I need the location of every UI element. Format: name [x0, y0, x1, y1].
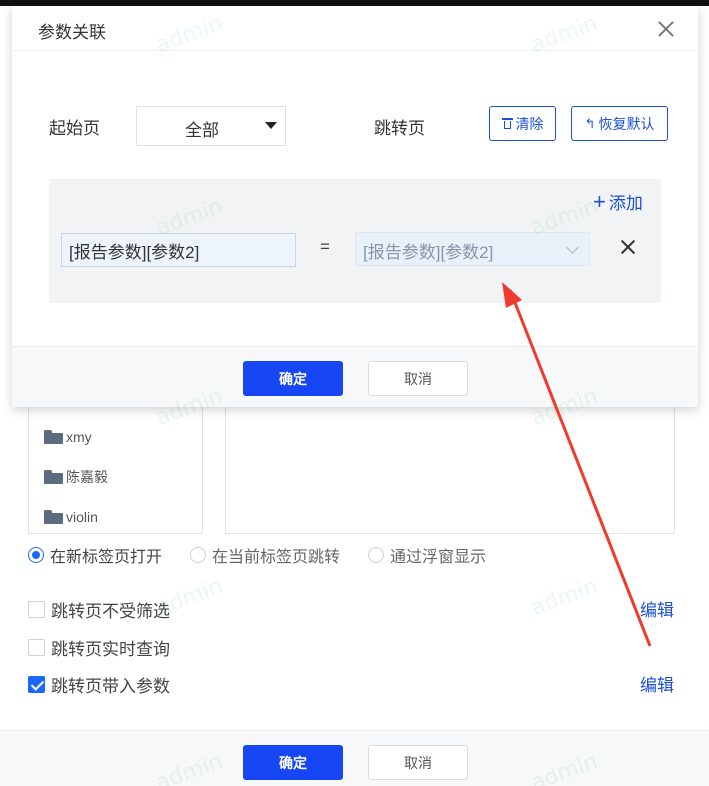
undo-icon: ↰: [584, 115, 596, 131]
radio-current-tab[interactable]: 在当前标签页跳转: [190, 543, 340, 567]
plus-icon: +: [593, 188, 606, 214]
start-page-label: 起始页: [49, 119, 100, 138]
dialog-header: 参数关联: [12, 6, 698, 51]
checkbox-realtime-query[interactable]: 跳转页实时查询: [28, 635, 170, 660]
dialog-cancel-button[interactable]: 取消: [368, 361, 468, 396]
folder-icon: [44, 510, 63, 524]
add-param-button[interactable]: + 添加: [593, 189, 643, 214]
remove-row-icon[interactable]: [620, 239, 636, 255]
tree-item-label: 陈嘉毅: [66, 469, 108, 485]
page-list-panel: [225, 406, 675, 534]
checkbox-unchecked-icon: [28, 601, 45, 618]
folder-icon: [44, 430, 63, 444]
dialog-footer: 确定 取消: [12, 346, 698, 407]
radio-label: 在新标签页打开: [50, 549, 163, 566]
tree-item[interactable]: xmy: [44, 427, 92, 447]
tree-item-label: violin: [66, 509, 98, 525]
edit-params-link[interactable]: 编辑: [640, 671, 674, 696]
target-param-value: [报告参数][参数2]: [363, 243, 494, 262]
close-icon[interactable]: [656, 19, 676, 39]
target-param-select[interactable]: [报告参数][参数2]: [355, 232, 590, 266]
caret-down-icon: [265, 122, 277, 129]
edit-filter-link[interactable]: 编辑: [640, 596, 674, 621]
checkbox-label: 跳转页实时查询: [51, 640, 170, 659]
restore-default-button[interactable]: ↰ 恢复默认: [571, 106, 668, 141]
page-confirm-button[interactable]: 确定: [243, 745, 343, 780]
radio-checked-icon: [28, 547, 44, 563]
clear-button-label: 清除: [515, 115, 544, 132]
checkbox-checked-icon: [28, 676, 45, 693]
restore-button-label: 恢复默认: [598, 115, 655, 132]
page-cancel-button[interactable]: 取消: [368, 745, 468, 780]
dialog-confirm-button[interactable]: 确定: [243, 361, 343, 396]
checkbox-not-filtered[interactable]: 跳转页不受筛选: [28, 597, 170, 622]
page-footer: 确定 取消: [0, 730, 709, 786]
start-page-value: 全部: [185, 121, 219, 140]
radio-popup[interactable]: 通过浮窗显示: [368, 543, 486, 567]
checkbox-label: 跳转页带入参数: [51, 677, 170, 696]
param-mapping-panel: + 添加 = [报告参数][参数2]: [49, 179, 661, 303]
radio-unchecked-icon: [368, 547, 385, 563]
trash-icon: [501, 117, 513, 130]
jump-page-label: 跳转页: [374, 119, 425, 138]
radio-label: 通过浮窗显示: [390, 549, 487, 566]
radio-unchecked-icon: [190, 547, 207, 563]
param-link-dialog: 参数关联 起始页 全部 跳转页 清除 ↰ 恢复默认 + 添加 = [报告参数][…: [12, 6, 698, 407]
dialog-title: 参数关联: [38, 23, 106, 42]
checkbox-with-params[interactable]: 跳转页带入参数: [28, 672, 170, 697]
radio-label: 在当前标签页跳转: [212, 549, 341, 566]
clear-button[interactable]: 清除: [489, 106, 556, 141]
folder-icon: [44, 470, 63, 484]
equals-sign: =: [320, 237, 330, 256]
add-label: 添加: [608, 194, 643, 213]
folder-tree: xmy 陈嘉毅 violin: [28, 406, 203, 534]
tree-item-label: xmy: [66, 429, 92, 445]
open-mode-group: 在新标签页打开 在当前标签页跳转 通过浮窗显示: [28, 543, 514, 567]
source-param-input[interactable]: [61, 233, 296, 267]
checkbox-unchecked-icon: [28, 639, 45, 656]
radio-new-tab[interactable]: 在新标签页打开: [28, 543, 162, 567]
checkbox-label: 跳转页不受筛选: [51, 602, 170, 621]
start-page-select[interactable]: 全部: [136, 106, 286, 146]
tree-item[interactable]: 陈嘉毅: [44, 467, 108, 487]
chevron-down-icon: [566, 241, 579, 254]
tree-item[interactable]: violin: [44, 507, 98, 527]
